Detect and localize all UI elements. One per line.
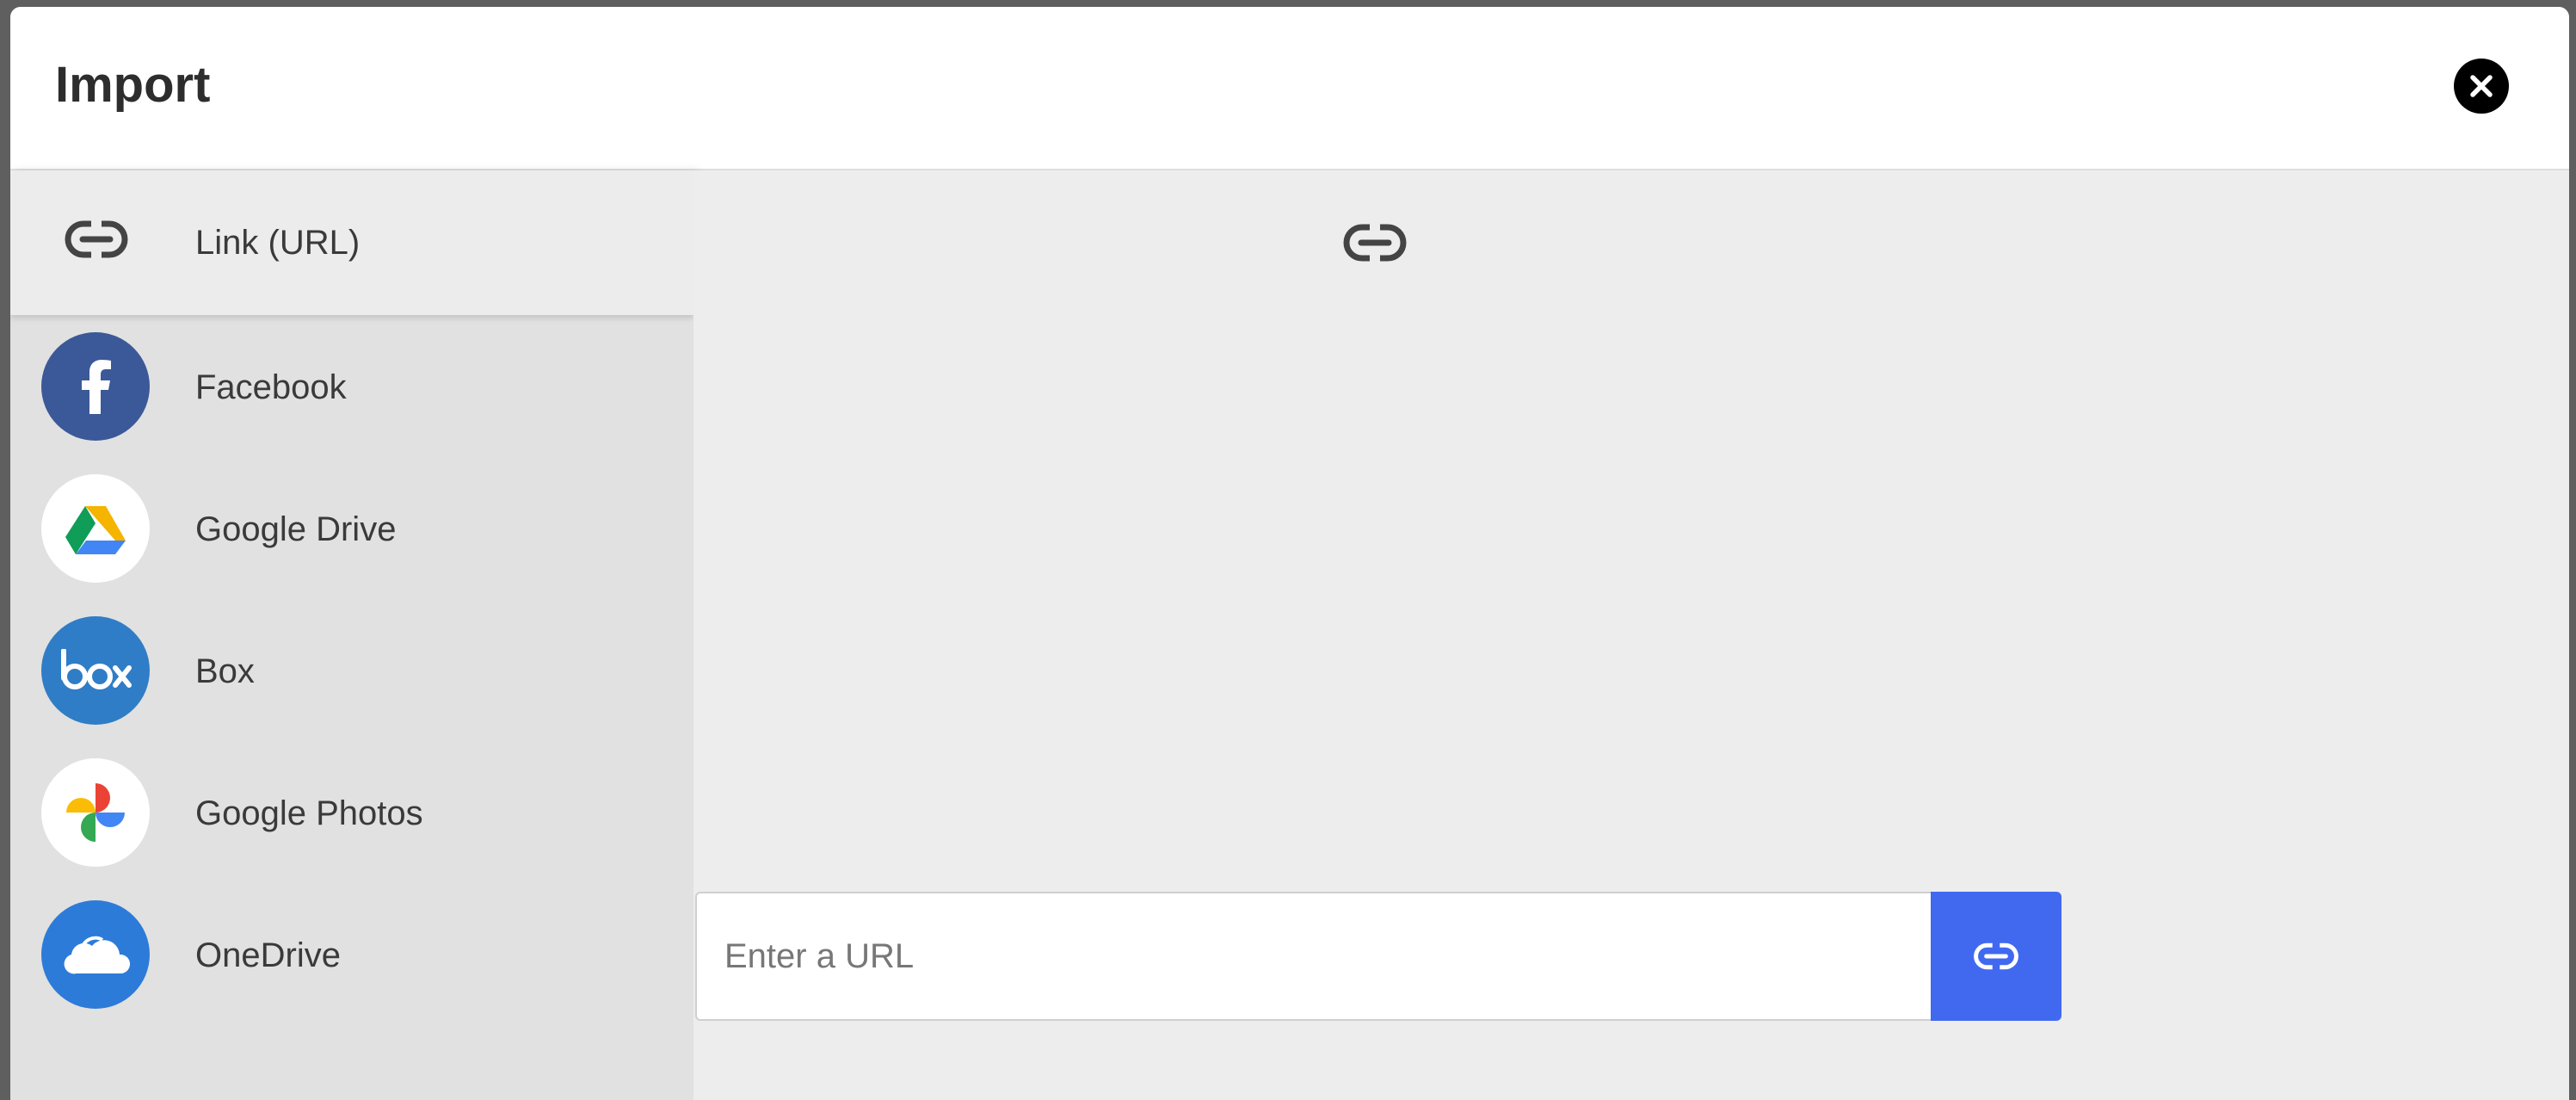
link-icon (1343, 222, 1407, 263)
google-drive-icon (41, 474, 150, 583)
sidebar-item-link-url[interactable]: Link (URL) (10, 170, 693, 315)
sidebar-item-box[interactable]: Box (10, 599, 693, 741)
import-dialog: Import Link (URL) Facebook Google Drive … (10, 7, 2569, 1100)
link-icon (62, 205, 131, 274)
onedrive-icon (41, 900, 150, 1009)
sidebar-item-label: Google Photos (195, 794, 423, 832)
dialog-header: Import (10, 7, 2569, 170)
close-button[interactable] (2454, 59, 2509, 114)
dialog-title: Import (55, 57, 211, 113)
link-import-panel (693, 170, 2569, 1100)
link-icon (1974, 941, 2018, 972)
sidebar-item-label: Box (195, 652, 255, 690)
url-submit-button[interactable] (1931, 892, 2061, 1021)
url-form (695, 892, 2061, 1021)
sidebar-item-google-photos[interactable]: Google Photos (10, 741, 693, 883)
sidebar-item-google-drive[interactable]: Google Drive (10, 457, 693, 599)
facebook-icon (41, 332, 150, 441)
sidebar-item-label: Google Drive (195, 510, 397, 548)
sidebar-item-facebook[interactable]: Facebook (10, 315, 693, 457)
url-input[interactable] (695, 892, 1932, 1021)
sidebar-item-label: OneDrive (195, 936, 341, 974)
google-photos-icon (41, 758, 150, 867)
close-icon (2470, 75, 2493, 97)
sidebar-item-label: Facebook (195, 368, 347, 406)
sidebar-item-label: Link (URL) (195, 224, 361, 262)
source-sidebar: Link (URL) Facebook Google Drive Box Goo… (10, 170, 693, 1100)
sidebar-item-onedrive[interactable]: OneDrive (10, 883, 693, 1025)
box-icon (41, 616, 150, 725)
